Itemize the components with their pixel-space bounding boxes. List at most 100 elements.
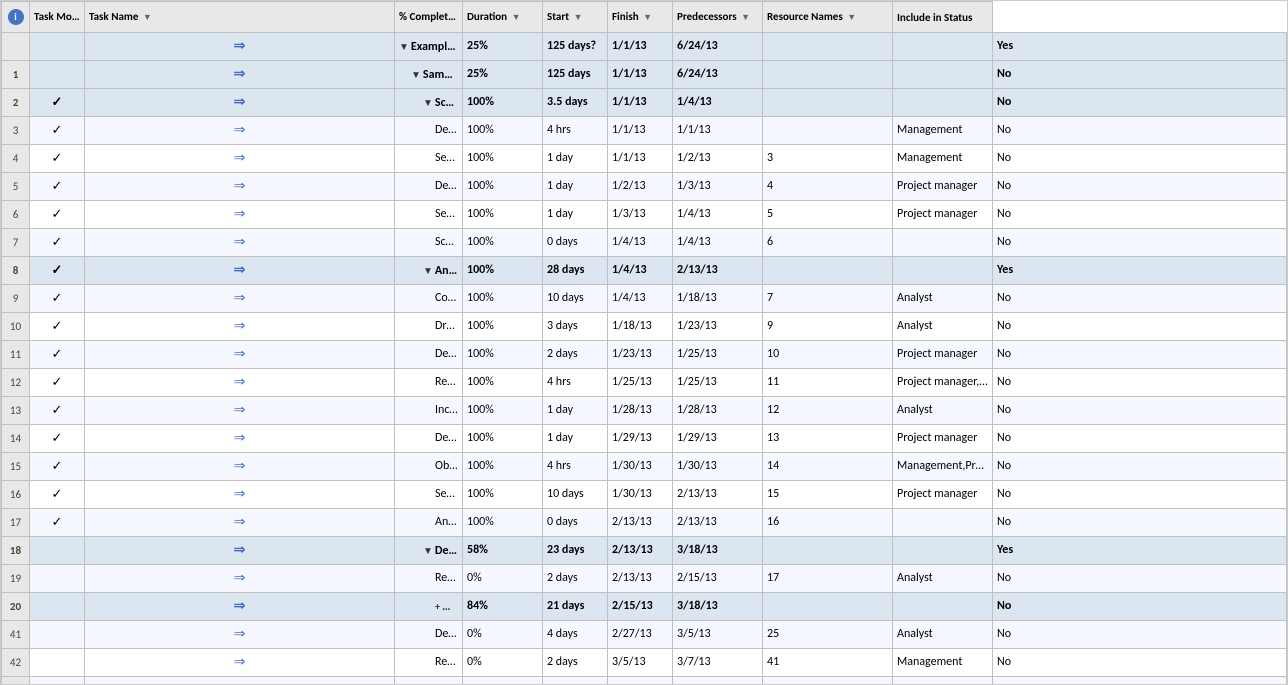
- row-number: 7: [2, 229, 30, 257]
- check-mark-cell: [30, 677, 85, 685]
- task-name-cell[interactable]: Incorporate feedback into functional spe…: [395, 677, 463, 685]
- task-name-cell[interactable]: ▼ Analysis/Software Requirements: [395, 257, 463, 285]
- collapse-icon[interactable]: ▼: [423, 260, 433, 281]
- header-start[interactable]: Start ▼: [543, 2, 608, 33]
- task-name-cell[interactable]: Draft preliminary software specification…: [395, 313, 463, 341]
- table-row[interactable]: 20⇒+ Develop functional specifications84…: [2, 593, 1287, 621]
- task-name-cell[interactable]: ▼ Design: [395, 537, 463, 565]
- duration-cell: 21 days: [543, 593, 608, 621]
- table-row[interactable]: 13✓⇒Incorporate feedback on software spe…: [2, 397, 1287, 425]
- check-mark-cell: ✓: [30, 425, 85, 453]
- check-mark-cell: ✓: [30, 509, 85, 537]
- finish-cell: 3/18/13: [673, 537, 763, 565]
- table-row[interactable]: 42⇒Review functional specifications0%2 d…: [2, 649, 1287, 677]
- task-name-cell[interactable]: ▼ Scope: [395, 89, 463, 117]
- header-duration[interactable]: Duration ▼: [463, 2, 543, 33]
- task-mode-cell: ⇒: [85, 117, 395, 145]
- table-row[interactable]: 4✓⇒Secure project sponsorship100%1 day1/…: [2, 145, 1287, 173]
- task-name-cell[interactable]: Secure project sponsorship: [395, 145, 463, 173]
- table-row[interactable]: ⇒▼ Example Project25%125 days?1/1/136/24…: [2, 33, 1287, 61]
- collapse-icon[interactable]: ▼: [399, 36, 409, 57]
- table-row[interactable]: 15✓⇒Obtain approvals to proceed (concept…: [2, 453, 1287, 481]
- header-predecessors[interactable]: Predecessors ▼: [673, 2, 763, 33]
- header-resource-names[interactable]: Resource Names ▼: [763, 2, 893, 33]
- check-mark-cell: ✓: [30, 145, 85, 173]
- include-in-status-cell: Yes: [993, 537, 1287, 565]
- include-in-status-cell: No: [993, 677, 1287, 685]
- collapse-icon[interactable]: ▼: [411, 64, 421, 85]
- table-row[interactable]: 5✓⇒Define preliminary resources100%1 day…: [2, 173, 1287, 201]
- task-name-cell[interactable]: Incorporate feedback on software specifi…: [395, 397, 463, 425]
- header-finish[interactable]: Finish ▼: [608, 2, 673, 33]
- task-name-cell[interactable]: Review software specifications/budget wi…: [395, 369, 463, 397]
- collapse-icon[interactable]: +: [435, 596, 440, 617]
- task-name-cell[interactable]: Review functional specifications: [395, 649, 463, 677]
- table-row[interactable]: 19⇒Review preliminary software specifica…: [2, 565, 1287, 593]
- task-name-cell[interactable]: Develop preliminary budget: [395, 341, 463, 369]
- include-in-status-cell: No: [993, 285, 1287, 313]
- task-name-cell[interactable]: Analysis complete: [395, 509, 463, 537]
- table-row[interactable]: 2✓⇒▼ Scope100%3.5 days1/1/131/4/13No: [2, 89, 1287, 117]
- duration-cell: 3.5 days: [543, 89, 608, 117]
- table-row[interactable]: 17✓⇒Analysis complete100%0 days2/13/132/…: [2, 509, 1287, 537]
- pct-complete-cell: 100%: [463, 481, 543, 509]
- table-row[interactable]: 12✓⇒Review software specifications/budge…: [2, 369, 1287, 397]
- check-mark-icon: ✓: [52, 403, 63, 418]
- resource-sort-icon: ▼: [847, 10, 856, 25]
- task-mode-cell: ⇒: [85, 201, 395, 229]
- table-row[interactable]: 8✓⇒▼ Analysis/Software Requirements100%2…: [2, 257, 1287, 285]
- pct-complete-cell: 100%: [463, 453, 543, 481]
- table-row[interactable]: 41⇒Develop prototype based on functional…: [2, 621, 1287, 649]
- task-name-cell[interactable]: Define preliminary resources: [395, 173, 463, 201]
- task-name-cell[interactable]: Scope complete: [395, 229, 463, 257]
- table-row[interactable]: 9✓⇒Conduct needs analysis100%10 days1/4/…: [2, 285, 1287, 313]
- check-mark-icon: ✓: [52, 151, 63, 166]
- check-mark-cell: [30, 649, 85, 677]
- task-name-cell[interactable]: Secure core resources: [395, 201, 463, 229]
- header-task-name[interactable]: Task Name ▼: [85, 2, 395, 33]
- task-name-cell[interactable]: Conduct needs analysis: [395, 285, 463, 313]
- header-task-mode[interactable]: Task Mode ▼: [30, 2, 85, 33]
- table-row[interactable]: 6✓⇒Secure core resources100%1 day1/3/131…: [2, 201, 1287, 229]
- task-name-cell[interactable]: Secure required resources: [395, 481, 463, 509]
- check-mark-icon: ✓: [52, 515, 63, 530]
- task-mode-arrow-icon: ⇒: [234, 203, 246, 224]
- duration-cell: 4 hrs: [543, 453, 608, 481]
- table-row[interactable]: 11✓⇒Develop preliminary budget100%2 days…: [2, 341, 1287, 369]
- check-mark-cell: ✓: [30, 257, 85, 285]
- predecessors-cell: 41: [763, 649, 893, 677]
- task-name-cell[interactable]: Review preliminary software specificatio…: [395, 565, 463, 593]
- task-name-cell[interactable]: + Develop functional specifications: [395, 593, 463, 621]
- task-mode-arrow-icon: ⇒: [234, 371, 246, 392]
- task-name-cell[interactable]: Obtain approvals to proceed (concept, ti…: [395, 453, 463, 481]
- task-mode-arrow-icon: ⇒: [234, 595, 246, 616]
- info-icon[interactable]: i: [8, 9, 24, 25]
- table-row[interactable]: 1⇒▼ Sample Software Development Schedule…: [2, 61, 1287, 89]
- resource-names-cell: Management: [893, 649, 993, 677]
- start-cell: 1/2/13: [608, 173, 673, 201]
- table-row[interactable]: 18⇒▼ Design58%23 days2/13/133/18/13Yes: [2, 537, 1287, 565]
- duration-cell: 0 days: [543, 229, 608, 257]
- task-name-cell[interactable]: Determine project scope: [395, 117, 463, 145]
- table-row[interactable]: 10✓⇒Draft preliminary software specifica…: [2, 313, 1287, 341]
- finish-cell: 1/25/13: [673, 369, 763, 397]
- header-pct-complete[interactable]: % Complete ▼: [395, 2, 463, 33]
- table-row[interactable]: 14✓⇒Develop delivery timeline100%1 day1/…: [2, 425, 1287, 453]
- task-name-cell[interactable]: ▼ Example Project: [395, 33, 463, 61]
- start-cell: 2/13/13: [608, 537, 673, 565]
- task-name-cell[interactable]: Develop delivery timeline: [395, 425, 463, 453]
- header-include-in-status[interactable]: Include in Status: [893, 2, 993, 33]
- task-name-cell[interactable]: Develop prototype based on functional sp…: [395, 621, 463, 649]
- collapse-icon[interactable]: ▼: [423, 92, 433, 113]
- task-name-cell[interactable]: ▼ Sample Software Development Schedule: [395, 61, 463, 89]
- pct-complete-cell: 0%: [463, 621, 543, 649]
- start-cell: 1/29/13: [608, 425, 673, 453]
- task-mode-arrow-icon: ⇒: [234, 343, 246, 364]
- table-row[interactable]: 43⇒Incorporate feedback into functional …: [2, 677, 1287, 685]
- task-mode-arrow-icon: ⇒: [234, 63, 246, 84]
- table-row[interactable]: 16✓⇒Secure required resources100%10 days…: [2, 481, 1287, 509]
- include-in-status-cell: No: [993, 397, 1287, 425]
- table-row[interactable]: 3✓⇒Determine project scope100%4 hrs1/1/1…: [2, 117, 1287, 145]
- collapse-icon[interactable]: ▼: [423, 540, 433, 561]
- table-row[interactable]: 7✓⇒Scope complete100%0 days1/4/131/4/136…: [2, 229, 1287, 257]
